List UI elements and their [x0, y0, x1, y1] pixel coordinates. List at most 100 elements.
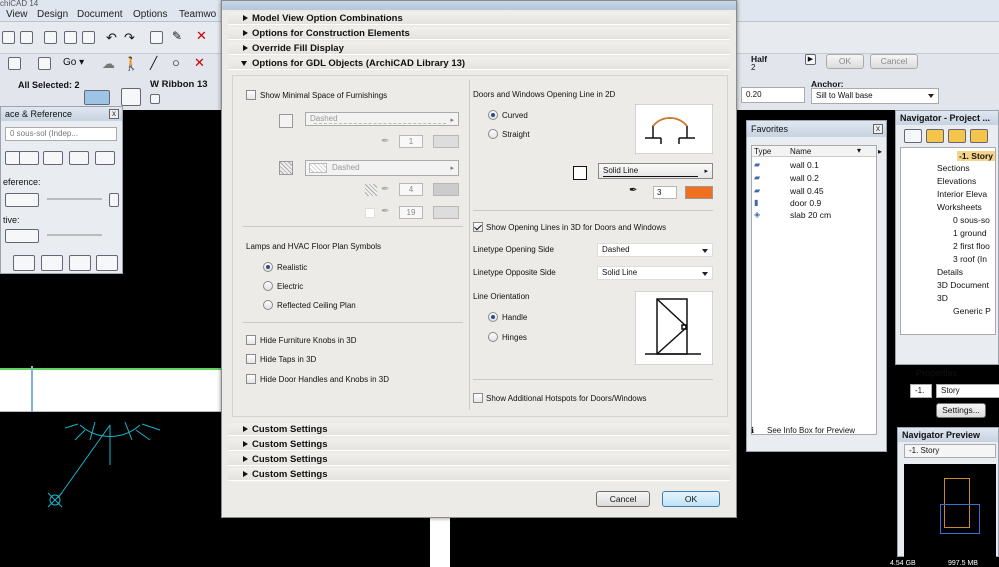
- reference-arrow-icon[interactable]: [109, 193, 119, 207]
- linetype-opposite-dropdown[interactable]: Solid Line: [597, 266, 713, 280]
- list-item[interactable]: door 0.9: [790, 198, 821, 208]
- nav-project-map-icon[interactable]: [904, 129, 922, 143]
- preview-canvas[interactable]: [904, 464, 996, 558]
- menu-options[interactable]: Options: [133, 9, 167, 20]
- door-tool-icon[interactable]: [84, 90, 110, 105]
- trace-bottom-3-icon[interactable]: [69, 255, 91, 271]
- reference-color-icon[interactable]: [5, 193, 39, 207]
- offset-field[interactable]: 0.20: [741, 87, 805, 103]
- nav-item-interior[interactable]: Interior Eleva: [937, 189, 987, 199]
- info-box-link[interactable]: See Info Box for Preview: [767, 426, 855, 435]
- print-icon[interactable]: [20, 31, 33, 44]
- small-settings-icon[interactable]: [150, 94, 160, 104]
- go-button[interactable]: Go ▾: [63, 57, 84, 68]
- menu-view[interactable]: View: [6, 9, 28, 20]
- trace-btn-5-icon[interactable]: [95, 151, 115, 165]
- line-tool-icon[interactable]: ╱: [150, 56, 157, 70]
- nav-item-ws1[interactable]: 1 ground: [953, 228, 987, 238]
- trace-close-icon[interactable]: x: [109, 109, 119, 119]
- infobox-ok-button[interactable]: OK: [826, 54, 864, 69]
- book-icon[interactable]: [38, 57, 51, 70]
- trace-btn-4-icon[interactable]: [69, 151, 89, 165]
- section-custom-2[interactable]: Custom Settings: [228, 438, 730, 451]
- cross-tool-icon[interactable]: ✕: [194, 55, 205, 71]
- lamp-electric-radio[interactable]: [263, 281, 273, 291]
- redo-icon[interactable]: ↷: [124, 30, 135, 46]
- hide-taps-checkbox[interactable]: [246, 354, 256, 364]
- fill-type-dropdown[interactable]: Dashed ▸: [305, 160, 459, 176]
- nav-item-3d-docs[interactable]: 3D Document: [937, 280, 989, 290]
- section-custom-4[interactable]: Custom Settings: [228, 468, 730, 481]
- section-gdl[interactable]: Options for GDL Objects (ArchiCAD Librar…: [228, 57, 730, 70]
- wall-element[interactable]: [0, 368, 221, 412]
- menu-teamwork[interactable]: Teamwo: [179, 9, 216, 20]
- section-model-view[interactable]: Model View Option Combinations: [228, 12, 730, 25]
- list-item[interactable]: wall 0.45: [790, 186, 824, 196]
- trace-story-dropdown[interactable]: 0 sous-sol (Indep...: [5, 127, 117, 141]
- handle-radio[interactable]: [488, 312, 498, 322]
- settings-button[interactable]: Settings...: [936, 403, 986, 418]
- pen-swatch-1[interactable]: [433, 135, 459, 148]
- nav-preview-dropdown[interactable]: -1. Story: [904, 444, 996, 458]
- straight-radio[interactable]: [488, 129, 498, 139]
- active-slider[interactable]: [47, 234, 102, 236]
- curved-radio[interactable]: [488, 110, 498, 120]
- list-item[interactable]: wall 0.2: [790, 173, 819, 183]
- nav-item-worksheets[interactable]: Worksheets: [937, 202, 982, 212]
- line-type-swatch[interactable]: [573, 166, 587, 180]
- hotspots-checkbox[interactable]: [473, 393, 483, 403]
- anchor-dropdown[interactable]: Sill to Wall base: [811, 88, 939, 104]
- reference-slider[interactable]: [47, 198, 102, 200]
- nav-item-ws0[interactable]: 0 sous-so: [953, 215, 990, 225]
- copy-icon[interactable]: [64, 31, 77, 44]
- cloud-icon[interactable]: ☁: [102, 56, 115, 72]
- nav-item-details[interactable]: Details: [937, 267, 963, 277]
- grid-tool-icon[interactable]: [121, 88, 141, 106]
- pen-field-3[interactable]: 19: [399, 206, 423, 219]
- section-custom-1[interactable]: Custom Settings: [228, 423, 730, 436]
- lamp-realistic-radio[interactable]: [263, 262, 273, 272]
- cancel-button[interactable]: Cancel: [596, 491, 650, 507]
- ok-button[interactable]: OK: [662, 491, 720, 507]
- pen-field-1[interactable]: 1: [399, 135, 423, 148]
- nav-item-3d[interactable]: 3D: [937, 293, 948, 303]
- pen-swatch-3[interactable]: [433, 206, 459, 219]
- undo-icon[interactable]: ↶: [106, 30, 117, 46]
- col-type[interactable]: Type: [754, 147, 771, 156]
- section-fill-override[interactable]: Override Fill Display: [228, 42, 730, 55]
- infobox-cancel-button[interactable]: Cancel: [870, 54, 918, 69]
- trace-btn-3-icon[interactable]: [43, 151, 63, 165]
- paste-icon[interactable]: [82, 31, 95, 44]
- prop-name-field[interactable]: Story: [936, 384, 999, 398]
- lamp-reflected-radio[interactable]: [263, 300, 273, 310]
- min-space-line-swatch[interactable]: [279, 114, 293, 128]
- eyedropper-icon[interactable]: ✎: [172, 29, 182, 43]
- show-3d-lines-checkbox[interactable]: [473, 222, 483, 232]
- nav-folder-1-icon[interactable]: [926, 129, 944, 143]
- layout-icon[interactable]: [8, 57, 21, 70]
- pen-swatch-2[interactable]: [433, 183, 459, 196]
- nav-item-ws3[interactable]: 3 roof (In: [953, 254, 987, 264]
- line-type-dropdown[interactable]: Dashed ▸: [305, 112, 459, 126]
- cut-icon[interactable]: [44, 31, 57, 44]
- active-color-icon[interactable]: [5, 229, 39, 243]
- col-name[interactable]: Name: [790, 147, 811, 156]
- nav-item-sections[interactable]: Sections: [937, 163, 970, 173]
- linetype-opening-dropdown[interactable]: Dashed: [597, 243, 713, 257]
- nav-folder-2-icon[interactable]: [948, 129, 966, 143]
- trace-bottom-1-icon[interactable]: [13, 255, 35, 271]
- show-min-space-checkbox[interactable]: [246, 90, 256, 100]
- pen-number-field[interactable]: 3: [653, 186, 677, 199]
- line-type-select[interactable]: Solid Line ▸: [598, 163, 713, 179]
- pen-color-swatch[interactable]: [685, 186, 713, 199]
- prop-number-field[interactable]: -1.: [910, 384, 932, 398]
- nav-item-ws2[interactable]: 2 first floo: [953, 241, 990, 251]
- fill-swatch[interactable]: [279, 161, 293, 175]
- hinges-radio[interactable]: [488, 332, 498, 342]
- hide-knobs-checkbox[interactable]: [246, 335, 256, 345]
- play-icon[interactable]: ▶: [805, 54, 816, 65]
- nav-item-generic[interactable]: Generic P: [953, 306, 991, 316]
- nav-item-elevations[interactable]: Elevations: [937, 176, 976, 186]
- walk-icon[interactable]: 🚶: [123, 56, 139, 72]
- trace-btn-2-icon[interactable]: [19, 151, 39, 165]
